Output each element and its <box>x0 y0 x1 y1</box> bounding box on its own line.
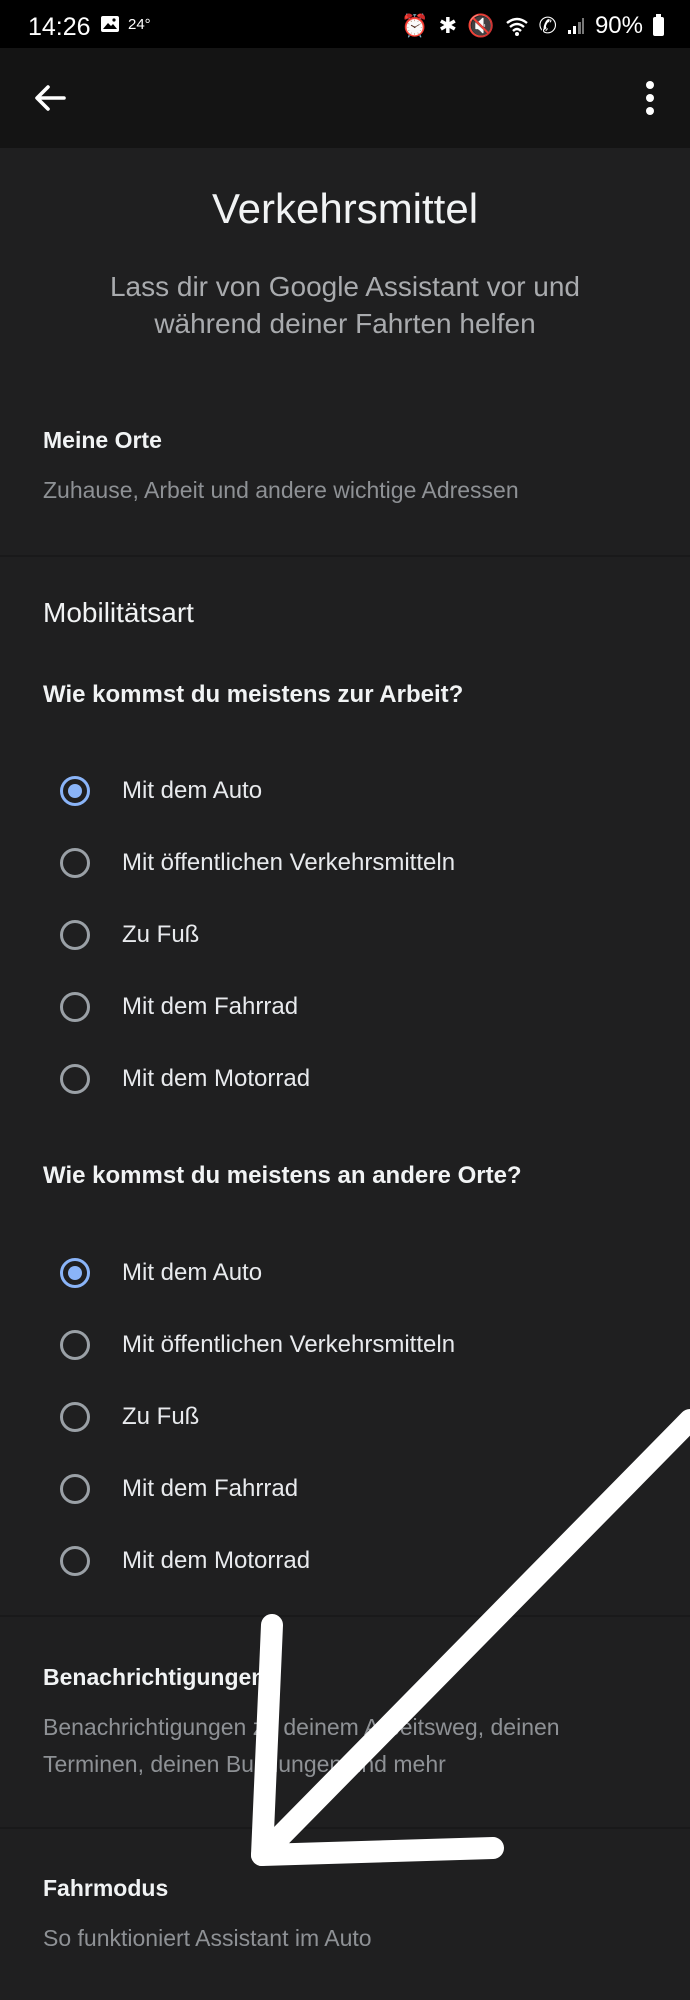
notifications-description: Benachrichtigungen zu deinem Arbeitsweg,… <box>43 1714 560 1777</box>
wifi-call-icon: ✆ <box>538 13 557 38</box>
mobility-title: Mobilitätsart <box>43 597 194 628</box>
radio-label: Mit öffentlichen Verkehrsmitteln <box>122 1331 456 1358</box>
radio-button[interactable] <box>60 848 90 878</box>
page-title: Verkehrsmittel <box>211 185 479 232</box>
driving-mode-title: Fahrmodus <box>43 1875 169 1901</box>
other-option-car[interactable]: Mit dem Auto <box>60 1258 262 1288</box>
places-title: Meine Orte <box>43 427 162 453</box>
driving-mode-description: So funktioniert Assistant im Auto <box>43 1925 372 1951</box>
radio-button[interactable] <box>60 776 90 806</box>
page-subtitle: Lass dir von Google Assistant vor und wä… <box>109 271 581 339</box>
divider <box>0 1615 690 1617</box>
mute-icon: 🔇 <box>467 13 495 38</box>
radio-button[interactable] <box>60 1402 90 1432</box>
other-option-transit[interactable]: Mit öffentlichen Verkehrsmitteln <box>60 1330 455 1360</box>
radio-label: Mit dem Fahrrad <box>122 993 299 1020</box>
bluetooth-icon: ✱ <box>438 13 458 38</box>
alarm-icon: ⏰ <box>401 13 429 38</box>
places-description: Zuhause, Arbeit und andere wichtige Adre… <box>43 477 519 503</box>
radio-label: Mit dem Auto <box>122 1259 263 1286</box>
status-bar: 14:26 24° ⏰ ✱ 🔇 ✆ 90% <box>0 0 690 48</box>
radio-label: Mit dem Auto <box>122 777 263 804</box>
notifications-title: Benachrichtigungen <box>43 1664 266 1690</box>
work-question: Wie kommst du meistens zur Arbeit? <box>43 681 464 708</box>
radio-label: Mit öffentlichen Verkehrsmitteln <box>122 849 456 876</box>
work-option-motorcycle[interactable]: Mit dem Motorrad <box>60 1064 310 1094</box>
radio-button[interactable] <box>60 920 90 950</box>
radio-label: Mit dem Fahrrad <box>122 1475 299 1502</box>
temperature-label: 24° <box>128 15 151 33</box>
radio-label: Zu Fuß <box>122 1403 200 1430</box>
radio-label: Zu Fuß <box>122 921 200 948</box>
arrow-left-icon[interactable] <box>28 76 72 120</box>
radio-button[interactable] <box>60 1546 90 1576</box>
radio-label: Mit dem Motorrad <box>122 1547 311 1574</box>
work-option-car[interactable]: Mit dem Auto <box>60 776 262 806</box>
signal-icon <box>567 18 584 34</box>
battery-percent: 90% <box>594 12 643 39</box>
radio-button[interactable] <box>60 1474 90 1504</box>
radio-label: Mit dem Motorrad <box>122 1065 311 1092</box>
other-question: Wie kommst du meistens an andere Orte? <box>43 1162 522 1189</box>
app-bar <box>0 48 690 148</box>
image-icon <box>101 16 119 32</box>
radio-button[interactable] <box>60 992 90 1022</box>
battery-icon <box>653 13 664 36</box>
other-option-bicycle[interactable]: Mit dem Fahrrad <box>60 1474 298 1504</box>
divider <box>0 1827 690 1829</box>
work-option-walk[interactable]: Zu Fuß <box>60 920 199 950</box>
work-option-bicycle[interactable]: Mit dem Fahrrad <box>60 992 298 1022</box>
status-time: 14:26 <box>28 13 91 41</box>
divider <box>0 555 690 557</box>
radio-button[interactable] <box>60 1258 90 1288</box>
other-option-walk[interactable]: Zu Fuß <box>60 1402 199 1432</box>
other-option-motorcycle[interactable]: Mit dem Motorrad <box>60 1546 310 1576</box>
work-option-transit[interactable]: Mit öffentlichen Verkehrsmitteln <box>60 848 455 878</box>
radio-button[interactable] <box>60 1330 90 1360</box>
more-vertical-icon[interactable] <box>638 76 662 120</box>
radio-button[interactable] <box>60 1064 90 1094</box>
wifi-icon <box>505 17 528 36</box>
